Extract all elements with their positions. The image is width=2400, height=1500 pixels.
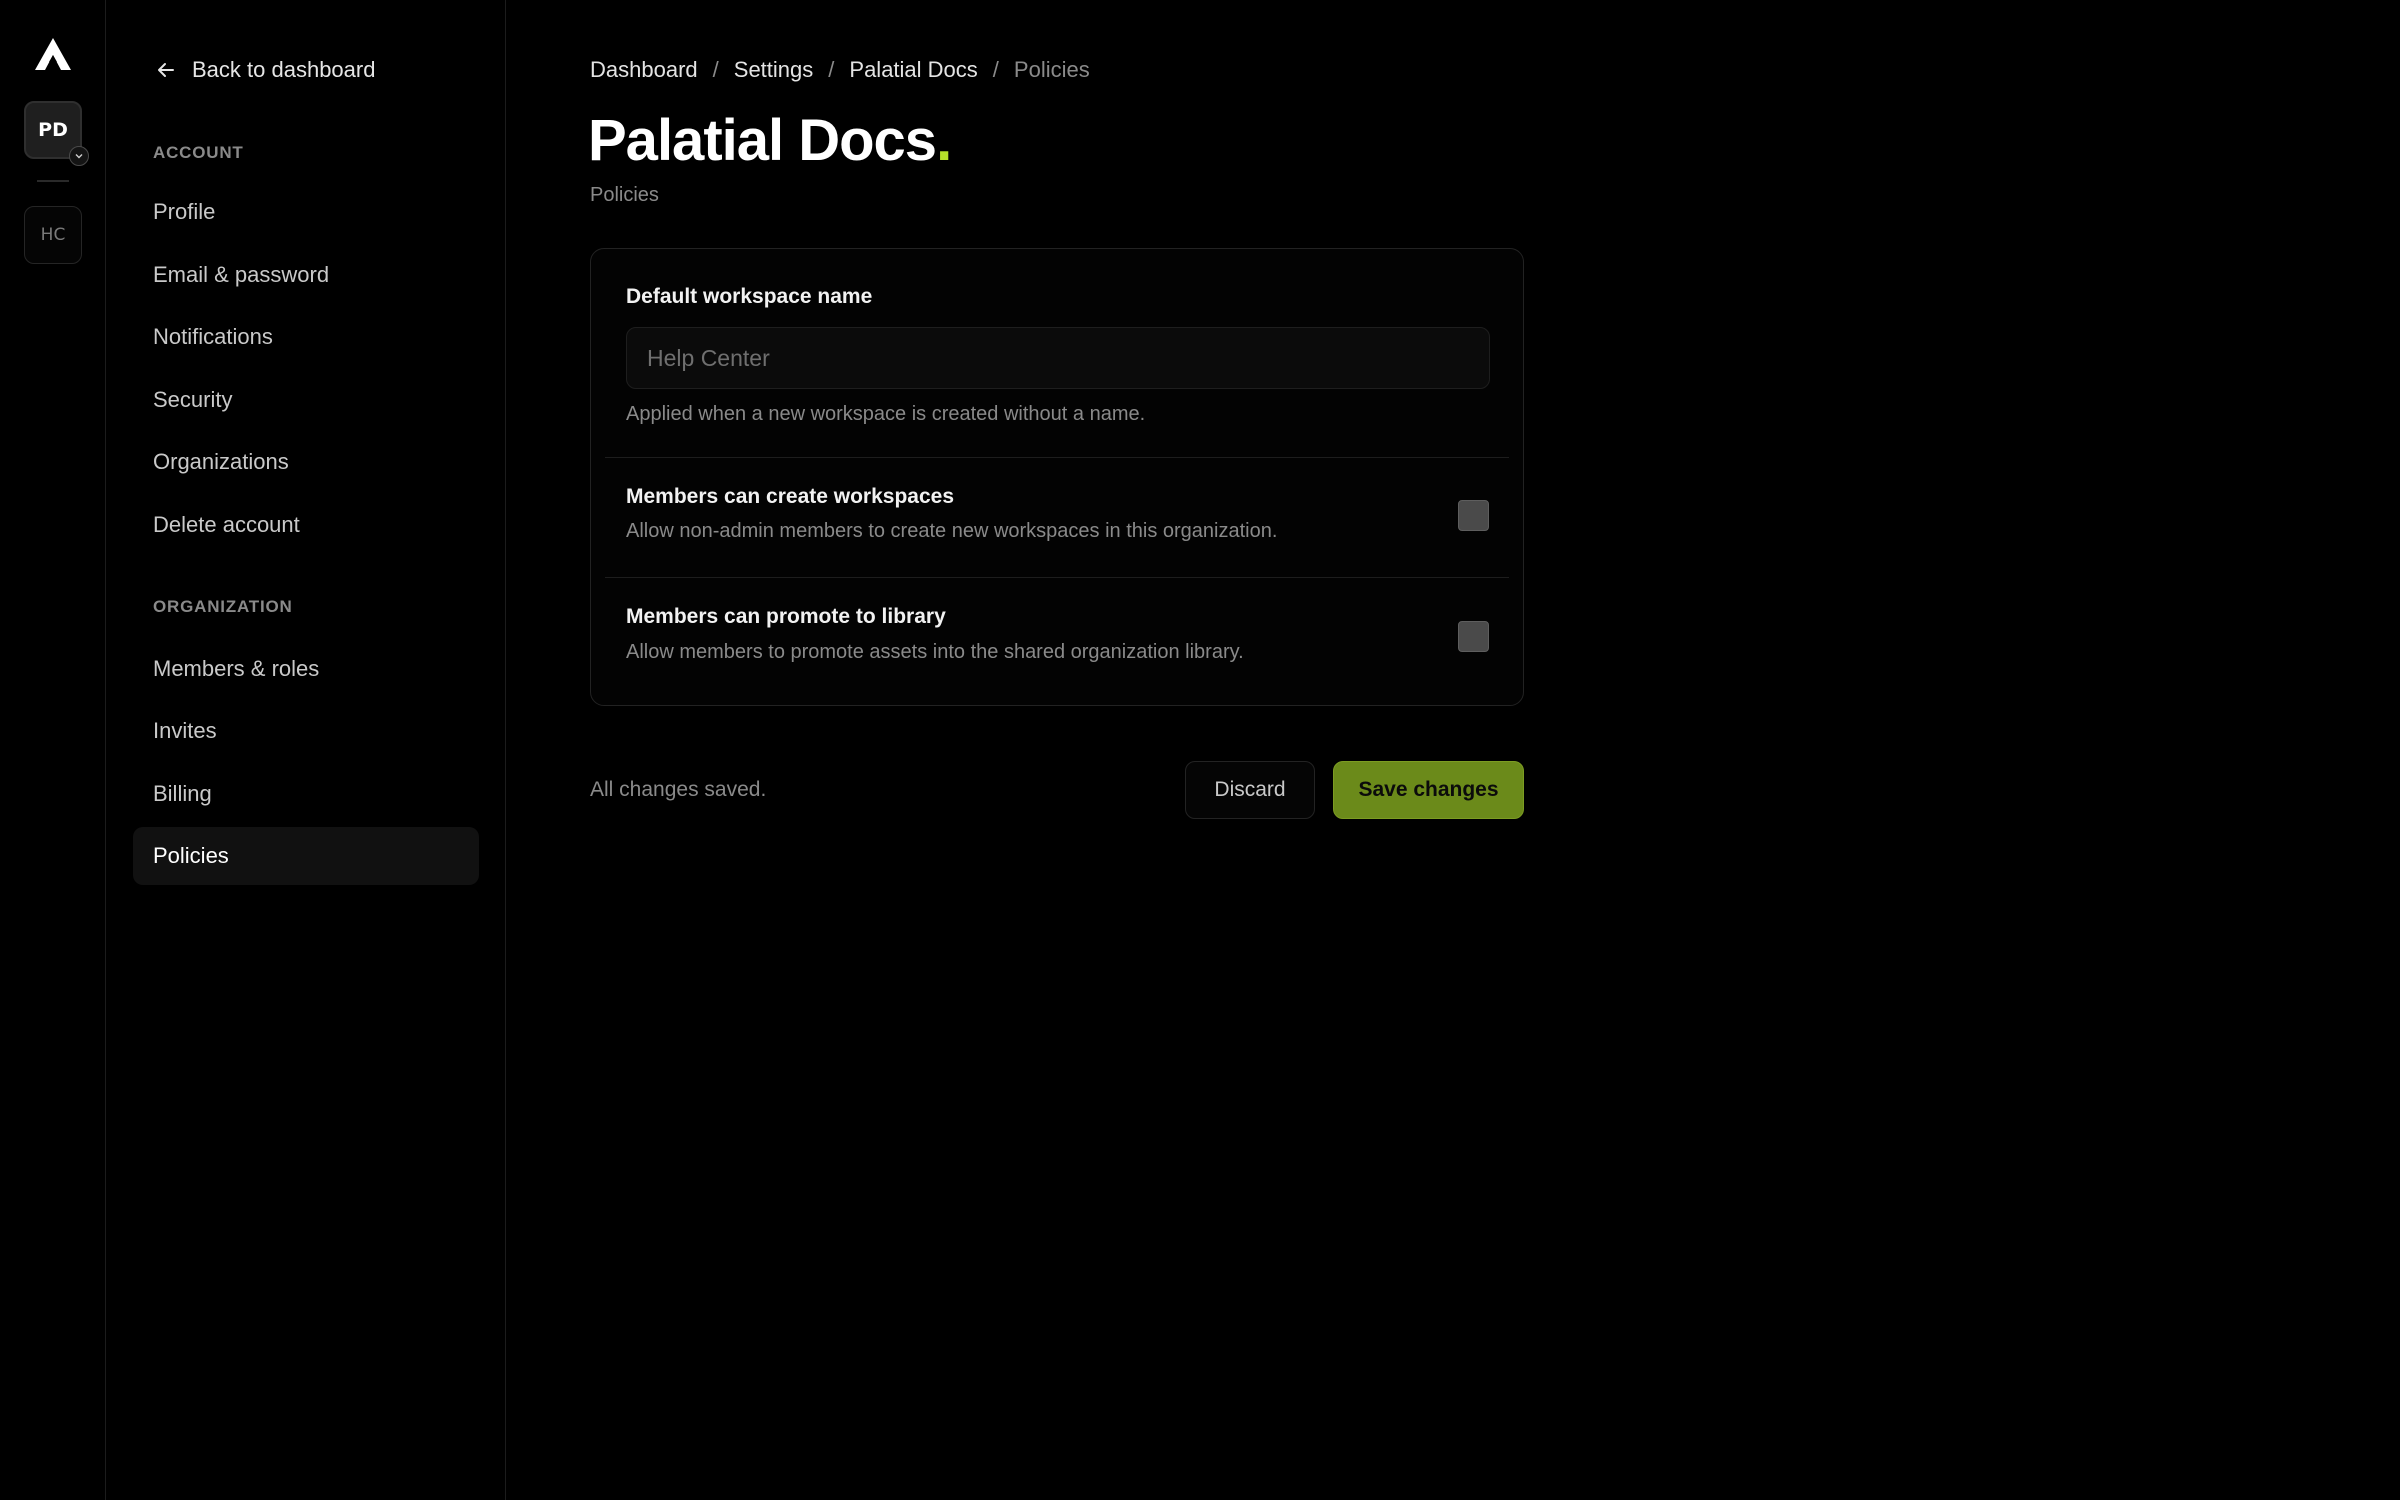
- sidebar-item-billing[interactable]: Billing: [133, 765, 479, 823]
- org-switcher-active[interactable]: PD: [24, 101, 89, 166]
- page-title-text: Palatial Docs: [588, 108, 937, 173]
- org-rail: PD HC: [0, 0, 106, 1500]
- policies-card: Default workspace name Applied when a ne…: [590, 248, 1524, 706]
- workspace-name-input[interactable]: [626, 327, 1490, 389]
- org-switcher-item[interactable]: HC: [24, 206, 82, 264]
- sidebar-item-members-roles[interactable]: Members & roles: [133, 640, 479, 698]
- create-workspaces-description: Allow non-admin members to create new wo…: [626, 520, 1278, 542]
- app-logo-icon[interactable]: [33, 36, 73, 72]
- promote-library-title: Members can promote to library: [626, 605, 946, 628]
- page-title: Palatial Docs.: [588, 104, 952, 178]
- breadcrumb-separator: /: [712, 57, 719, 82]
- sidebar-item-security[interactable]: Security: [133, 371, 479, 429]
- sidebar-item-policies[interactable]: Policies: [133, 827, 479, 885]
- breadcrumb-separator: /: [828, 57, 835, 82]
- card-divider: [605, 577, 1509, 578]
- breadcrumb-settings[interactable]: Settings: [734, 57, 814, 83]
- save-status-text: All changes saved.: [590, 778, 767, 801]
- section-label-organization: ORGANIZATION: [153, 597, 293, 616]
- workspace-name-help: Applied when a new workspace is created …: [626, 403, 1146, 425]
- page-subtitle: Policies: [590, 184, 659, 206]
- main-content: Dashboard / Settings / Palatial Docs / P…: [588, 0, 2400, 1500]
- back-to-dashboard-link[interactable]: Back to dashboard: [154, 54, 375, 86]
- save-changes-button[interactable]: Save changes: [1333, 761, 1524, 819]
- section-label-account: ACCOUNT: [153, 143, 244, 162]
- back-link-label: Back to dashboard: [192, 57, 376, 82]
- create-workspaces-checkbox[interactable]: [1458, 500, 1489, 531]
- card-divider: [605, 457, 1509, 458]
- sidebar-item-profile[interactable]: Profile: [133, 183, 479, 241]
- org-initials: HC: [40, 225, 66, 245]
- discard-button[interactable]: Discard: [1185, 761, 1315, 819]
- breadcrumb-dashboard[interactable]: Dashboard: [590, 57, 698, 83]
- rail-divider: [37, 180, 69, 182]
- promote-library-description: Allow members to promote assets into the…: [626, 641, 1244, 663]
- breadcrumb-current: Policies: [1013, 57, 1090, 82]
- workspace-name-label: Default workspace name: [626, 285, 873, 308]
- chevron-down-icon[interactable]: [69, 146, 89, 166]
- create-workspaces-title: Members can create workspaces: [626, 485, 955, 508]
- sidebar-item-delete-account[interactable]: Delete account: [133, 496, 479, 554]
- org-initials: PD: [38, 119, 68, 141]
- sidebar-item-organizations[interactable]: Organizations: [133, 433, 479, 491]
- sidebar-item-email-password[interactable]: Email & password: [133, 246, 479, 304]
- app-root: PD HC Back to dashboard ACCOUNT Profile …: [0, 0, 2400, 1500]
- promote-library-checkbox[interactable]: [1458, 621, 1489, 652]
- arrow-left-icon: [158, 63, 174, 77]
- sidebar-item-invites[interactable]: Invites: [133, 702, 479, 760]
- settings-sidebar: Back to dashboard ACCOUNT Profile Email …: [106, 0, 506, 1500]
- breadcrumb: Dashboard / Settings / Palatial Docs / P…: [590, 54, 1090, 86]
- page-title-dot: .: [936, 108, 952, 173]
- breadcrumb-separator: /: [992, 57, 999, 82]
- breadcrumb-organization[interactable]: Palatial Docs: [849, 57, 977, 83]
- sidebar-item-notifications[interactable]: Notifications: [133, 308, 479, 366]
